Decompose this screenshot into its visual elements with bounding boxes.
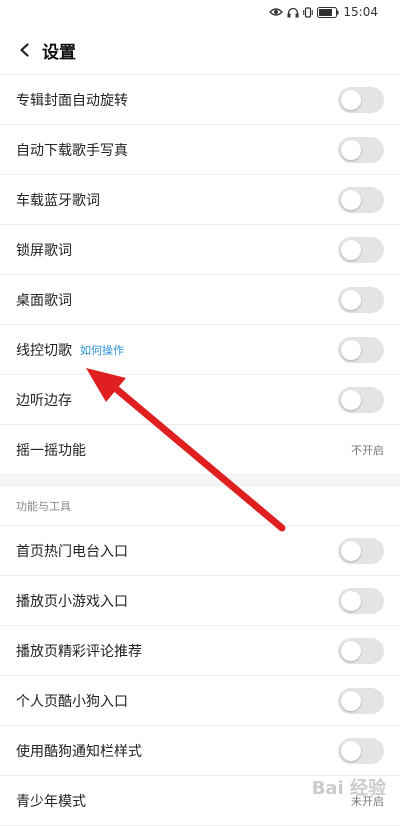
section-divider bbox=[0, 475, 400, 487]
page-header: 设置 bbox=[0, 26, 400, 75]
setting-label: 自动下载歌手写真 bbox=[16, 142, 128, 159]
toggle-knob bbox=[341, 139, 361, 160]
toggle-knob bbox=[341, 339, 361, 360]
setting-mini-game: 播放页小游戏入口 bbox=[0, 576, 400, 626]
setting-label: 边听边存 bbox=[16, 392, 72, 409]
setting-album-rotate: 专辑封面自动旋转 bbox=[0, 75, 400, 125]
setting-label: 锁屏歌词 bbox=[16, 242, 72, 259]
setting-comment-recommend: 播放页精彩评论推荐 bbox=[0, 626, 400, 676]
toggle-knob bbox=[341, 690, 361, 711]
toggle-switch[interactable] bbox=[338, 136, 384, 163]
battery-icon bbox=[317, 6, 339, 18]
status-time: 15:04 bbox=[343, 5, 378, 19]
vibrate-icon bbox=[303, 6, 314, 18]
setting-label: 线控切歌 bbox=[16, 342, 72, 359]
setting-wire-control: 线控切歌 如何操作 bbox=[0, 325, 400, 375]
toggle-switch[interactable] bbox=[338, 236, 384, 263]
setting-label: 使用酷狗通知栏样式 bbox=[16, 743, 142, 760]
toggle-knob bbox=[341, 540, 361, 561]
setting-label: 首页热门电台入口 bbox=[16, 543, 128, 560]
toggle-knob bbox=[341, 89, 361, 110]
setting-kugou-dog: 个人页酷小狗入口 bbox=[0, 676, 400, 726]
setting-value: 不开启 bbox=[351, 443, 384, 457]
toggle-knob bbox=[341, 289, 361, 310]
setting-listen-and-save: 边听边存 bbox=[0, 375, 400, 425]
page-title: 设置 bbox=[42, 42, 76, 63]
setting-home-radio: 首页热门电台入口 bbox=[0, 526, 400, 576]
setting-label: 青少年模式 bbox=[16, 793, 86, 810]
toggle-switch[interactable] bbox=[338, 537, 384, 564]
setting-desktop-lyrics: 桌面歌词 bbox=[0, 275, 400, 325]
setting-notification-style: 使用酷狗通知栏样式 bbox=[0, 726, 400, 776]
toggle-switch[interactable] bbox=[338, 86, 384, 113]
setting-label: 摇一摇功能 bbox=[16, 442, 86, 459]
watermark: Bai 经验 bbox=[311, 778, 386, 799]
toggle-knob bbox=[341, 389, 361, 410]
how-to-link[interactable]: 如何操作 bbox=[80, 342, 124, 358]
setting-shake[interactable]: 摇一摇功能 不开启 bbox=[0, 425, 400, 475]
toggle-knob bbox=[341, 239, 361, 260]
status-icons: 15:04 bbox=[269, 5, 378, 19]
setting-label: 桌面歌词 bbox=[16, 292, 72, 309]
toggle-switch[interactable] bbox=[338, 737, 384, 764]
settings-list: 专辑封面自动旋转 自动下载歌手写真 车载蓝牙歌词 锁屏歌词 桌面歌词 线控切歌 … bbox=[0, 75, 400, 475]
setting-car-bluetooth-lyrics: 车载蓝牙歌词 bbox=[0, 175, 400, 225]
toggle-knob bbox=[341, 640, 361, 661]
status-bar: 15:04 bbox=[0, 0, 400, 26]
setting-label: 播放页小游戏入口 bbox=[16, 593, 128, 610]
toggle-switch[interactable] bbox=[338, 186, 384, 213]
setting-lockscreen-lyrics: 锁屏歌词 bbox=[0, 225, 400, 275]
headphone-icon bbox=[287, 7, 299, 17]
toggle-switch[interactable] bbox=[338, 286, 384, 313]
toggle-knob bbox=[341, 189, 361, 210]
toggle-switch[interactable] bbox=[338, 336, 384, 363]
toggle-switch[interactable] bbox=[338, 386, 384, 413]
setting-label: 车载蓝牙歌词 bbox=[16, 192, 100, 209]
back-icon[interactable] bbox=[18, 43, 32, 57]
toggle-switch[interactable] bbox=[338, 587, 384, 614]
setting-label: 专辑封面自动旋转 bbox=[16, 92, 128, 109]
setting-auto-download-photo: 自动下载歌手写真 bbox=[0, 125, 400, 175]
section-title: 功能与工具 bbox=[0, 487, 400, 526]
toggle-switch[interactable] bbox=[338, 687, 384, 714]
toggle-knob bbox=[341, 740, 361, 761]
setting-label: 播放页精彩评论推荐 bbox=[16, 643, 142, 660]
toggle-knob bbox=[341, 590, 361, 611]
eye-icon bbox=[269, 8, 284, 16]
toggle-switch[interactable] bbox=[338, 637, 384, 664]
setting-label: 个人页酷小狗入口 bbox=[16, 693, 128, 710]
setting-label-group: 线控切歌 如何操作 bbox=[16, 340, 124, 360]
